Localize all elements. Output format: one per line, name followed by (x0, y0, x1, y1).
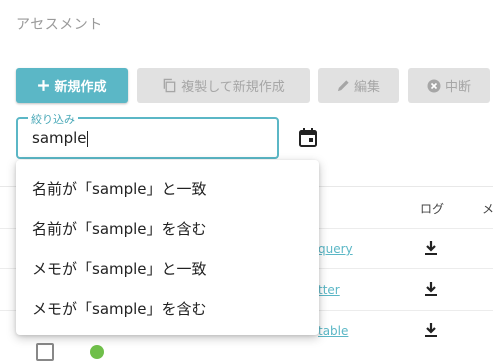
column-header-log: ログ (420, 202, 445, 216)
cancel-circle-icon (427, 79, 441, 93)
download-icon[interactable] (424, 281, 438, 301)
plus-icon (37, 79, 50, 92)
column-header-memo: メ (482, 202, 493, 216)
row-link[interactable]: tter (318, 283, 340, 297)
row-link[interactable]: query (318, 242, 353, 256)
suggestion-memo-contains[interactable]: メモが「sample」を含む (32, 298, 207, 319)
copy-icon (162, 78, 177, 93)
stop-button[interactable]: 中断 (408, 68, 490, 103)
copy-button[interactable]: 複製して新規作成 (137, 68, 310, 103)
new-button[interactable]: 新規作成 (16, 68, 128, 103)
text-caret (86, 130, 88, 147)
page-title: アセスメント (16, 17, 103, 33)
download-icon[interactable] (424, 322, 438, 342)
filter-field[interactable]: 絞り込み sample (16, 111, 279, 159)
row-link[interactable]: table (318, 324, 348, 338)
status-dot (90, 345, 104, 359)
calendar-icon[interactable] (298, 127, 318, 151)
copy-button-label: 複製して新規作成 (181, 80, 285, 95)
suggestion-name-contains[interactable]: 名前が「sample」を含む (32, 218, 207, 239)
edit-button-label: 編集 (353, 80, 380, 95)
filter-input[interactable]: sample (32, 129, 262, 147)
suggestion-name-equals[interactable]: 名前が「sample」と一致 (32, 178, 207, 199)
new-button-label: 新規作成 (54, 80, 107, 95)
download-icon[interactable] (424, 240, 438, 260)
filter-value: sample (32, 129, 87, 147)
edit-button[interactable]: 編集 (318, 68, 399, 103)
suggestion-memo-equals[interactable]: メモが「sample」と一致 (32, 258, 207, 279)
row-checkbox[interactable] (36, 343, 54, 361)
stop-button-label: 中断 (444, 80, 471, 95)
filter-suggestions-dropdown: 名前が「sample」と一致 名前が「sample」を含む メモが「sample… (16, 160, 319, 335)
pencil-icon (337, 79, 350, 92)
filter-label: 絞り込み (28, 111, 78, 127)
